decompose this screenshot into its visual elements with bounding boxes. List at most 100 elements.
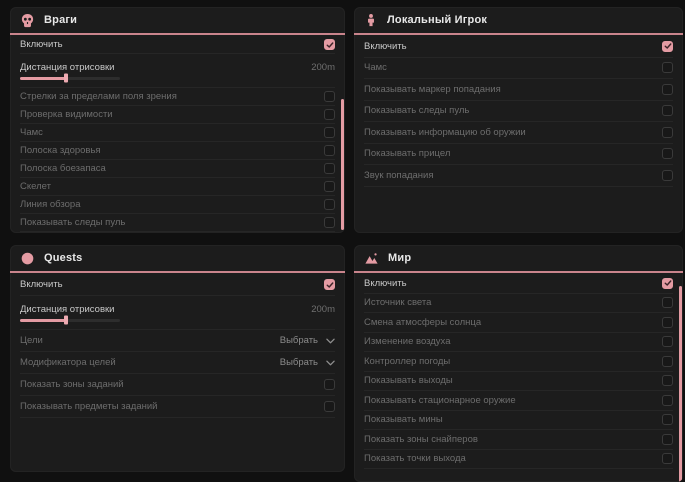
- row-toggle[interactable]: Линия обзора: [20, 196, 335, 214]
- chevron-down-icon: [326, 360, 335, 366]
- row-label: Показывать следы пуль: [364, 105, 469, 116]
- row-toggle[interactable]: Полоска боезапаса: [20, 160, 335, 178]
- row-label: Показать зоны заданий: [20, 379, 124, 390]
- row-toggle[interactable]: Включить: [20, 274, 335, 296]
- row-toggle[interactable]: Включить: [364, 274, 673, 294]
- row-toggle[interactable]: Показывать прицел: [364, 144, 673, 166]
- panel-header: Quests: [10, 245, 345, 273]
- checkbox[interactable]: [324, 91, 335, 102]
- row-toggle[interactable]: Показывать следы пуль: [364, 101, 673, 123]
- row-toggle[interactable]: Показать точки выхода: [364, 450, 673, 470]
- row-toggle[interactable]: Показать зоны снайперов: [364, 430, 673, 450]
- panel-quests: Quests Включить Дистанция отрисовки200m Це…: [10, 245, 345, 472]
- checkbox[interactable]: [324, 39, 335, 50]
- row-toggle[interactable]: Включить: [20, 36, 335, 54]
- checkbox[interactable]: [662, 356, 673, 367]
- checkbox[interactable]: [324, 279, 335, 290]
- row-toggle[interactable]: Показывать стационарное оружие: [364, 391, 673, 411]
- checkbox[interactable]: [324, 127, 335, 138]
- select-dropdown[interactable]: Выбрать: [280, 335, 335, 346]
- checkbox[interactable]: [324, 199, 335, 210]
- checkbox[interactable]: [662, 278, 673, 289]
- panel-header: Мир: [354, 245, 683, 273]
- checkbox[interactable]: [662, 170, 673, 181]
- row-label: Показывать информацию об оружии: [364, 127, 526, 138]
- slider-row-top: Дистанция отрисовки200m: [20, 62, 335, 73]
- row-toggle[interactable]: Показывать маркер попадания: [364, 79, 673, 101]
- checkbox[interactable]: [662, 317, 673, 328]
- checkbox[interactable]: [324, 181, 335, 192]
- row-slider[interactable]: Дистанция отрисовки200m: [20, 54, 335, 88]
- panel-local-player: Локальный Игрок ВключитьЧамсПоказывать м…: [354, 7, 683, 233]
- row-label: Показать зоны снайперов: [364, 434, 478, 445]
- row-toggle[interactable]: Стрелки за пределами поля зрения: [20, 88, 335, 106]
- checkbox[interactable]: [324, 163, 335, 174]
- row-slider[interactable]: Дистанция отрисовки200m: [20, 296, 335, 330]
- panel-rows: Включить Дистанция отрисовки200m ЦелиВыбра…: [10, 273, 345, 418]
- row-toggle[interactable]: Звук попадания: [364, 165, 673, 187]
- row-label: Контроллер погоды: [364, 356, 450, 367]
- player-icon: [364, 13, 378, 27]
- row-toggle[interactable]: Чамс: [20, 124, 335, 142]
- checkbox[interactable]: [662, 62, 673, 73]
- slider-value: 200m: [311, 62, 335, 73]
- row-select[interactable]: ЦелиВыбрать: [20, 330, 335, 352]
- row-toggle[interactable]: Показывать выходы: [364, 372, 673, 392]
- checkbox[interactable]: [324, 109, 335, 120]
- row-label: Показывать стационарное оружие: [364, 395, 516, 406]
- row-toggle[interactable]: Чамс: [364, 58, 673, 80]
- row-label: Показывать маркер попадания: [364, 84, 501, 95]
- slider-track[interactable]: [20, 77, 120, 80]
- checkbox[interactable]: [662, 336, 673, 347]
- row-toggle[interactable]: Смена атмосферы солнца: [364, 313, 673, 333]
- checkbox[interactable]: [324, 217, 335, 228]
- slider-row-top: Дистанция отрисовки200m: [20, 304, 335, 315]
- row-toggle[interactable]: Изменение воздуха: [364, 333, 673, 353]
- panel-title: Мир: [388, 252, 411, 264]
- row-label: Скелет: [20, 181, 51, 192]
- row-toggle[interactable]: Показывать следы пуль: [20, 214, 335, 232]
- select-dropdown[interactable]: Выбрать: [280, 357, 335, 368]
- row-label: Линия обзора: [20, 199, 81, 210]
- checkbox[interactable]: [662, 105, 673, 116]
- row-toggle[interactable]: Полоска здоровья: [20, 142, 335, 160]
- row-label: Полоска боезапаса: [20, 163, 106, 174]
- slider-handle[interactable]: [64, 316, 68, 325]
- select-value: Выбрать: [280, 357, 318, 368]
- checkbox[interactable]: [324, 379, 335, 390]
- row-toggle[interactable]: Скелет: [20, 178, 335, 196]
- slider-track[interactable]: [20, 319, 120, 322]
- checkbox[interactable]: [324, 401, 335, 412]
- row-toggle[interactable]: Включить: [364, 36, 673, 58]
- row-toggle[interactable]: Проверка видимости: [20, 106, 335, 124]
- skull-icon: [20, 13, 35, 28]
- checkbox[interactable]: [662, 414, 673, 425]
- row-toggle[interactable]: Показывать предметы заданий: [20, 396, 335, 418]
- slider-handle[interactable]: [64, 74, 68, 83]
- checkbox[interactable]: [662, 453, 673, 464]
- scrollbar-thumb[interactable]: [679, 286, 682, 482]
- checkbox[interactable]: [662, 148, 673, 159]
- row-select[interactable]: Модификатора целейВыбрать: [20, 352, 335, 374]
- row-toggle[interactable]: Контроллер погоды: [364, 352, 673, 372]
- checkbox[interactable]: [662, 84, 673, 95]
- panel-enemies: Враги Включить Дистанция отрисовки200m Стр…: [10, 7, 345, 233]
- checkbox[interactable]: [662, 297, 673, 308]
- mountain-icon: [364, 251, 379, 266]
- checkbox[interactable]: [662, 41, 673, 52]
- row-toggle[interactable]: Показывать мины: [364, 411, 673, 431]
- scrollbar-thumb[interactable]: [341, 99, 344, 230]
- row-toggle[interactable]: Показывать информацию об оружии: [364, 122, 673, 144]
- row-toggle[interactable]: Показать зоны заданий: [20, 374, 335, 396]
- checkbox[interactable]: [662, 395, 673, 406]
- panel-header: Враги: [10, 7, 345, 35]
- slider-value: 200m: [311, 304, 335, 315]
- checkbox[interactable]: [324, 145, 335, 156]
- checkbox[interactable]: [662, 375, 673, 386]
- checkbox[interactable]: [662, 127, 673, 138]
- row-label: Показать точки выхода: [364, 453, 466, 464]
- checkbox[interactable]: [662, 434, 673, 445]
- slider-fill: [20, 319, 66, 322]
- row-toggle[interactable]: Источник света: [364, 294, 673, 314]
- panel-rows: Включить Дистанция отрисовки200m Стрелки з…: [10, 35, 345, 232]
